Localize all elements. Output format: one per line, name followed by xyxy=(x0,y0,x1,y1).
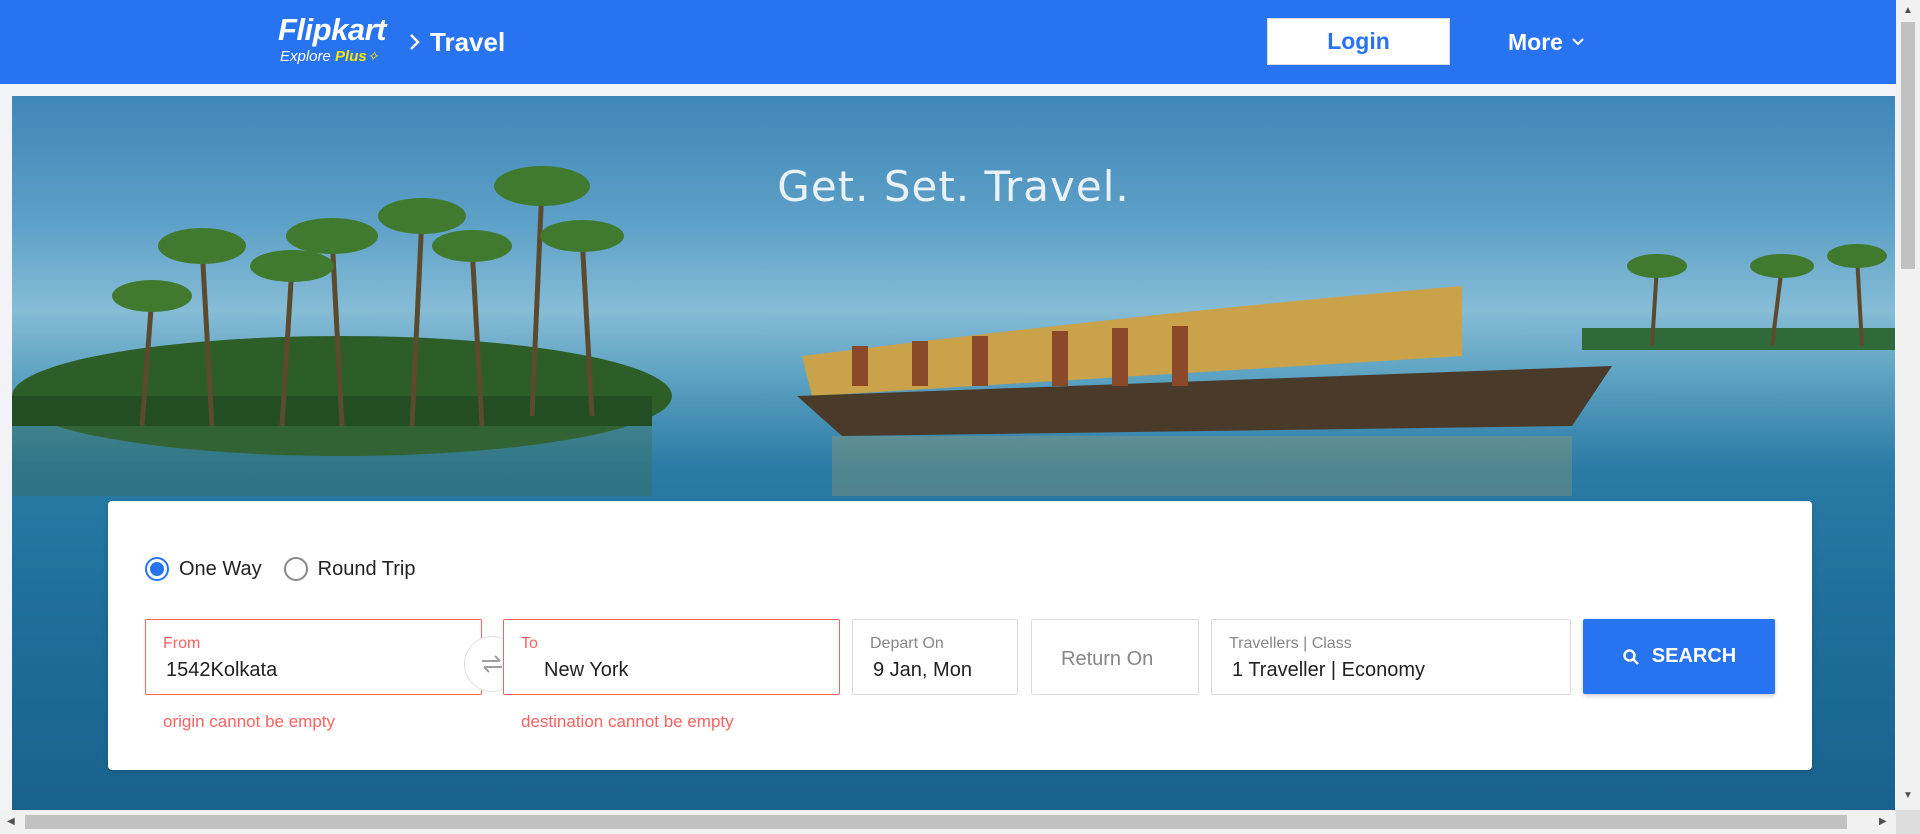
scroll-down-icon[interactable]: ▼ xyxy=(1903,791,1913,801)
chevron-right-icon xyxy=(410,34,420,50)
round-trip-option[interactable]: Round Trip xyxy=(283,557,416,581)
round-trip-radio[interactable] xyxy=(283,557,308,581)
one-way-label: One Way xyxy=(179,557,262,580)
search-label: SEARCH xyxy=(1651,645,1737,667)
travellers-value: 1 Traveller | Economy xyxy=(1232,659,1426,681)
top-header: Flipkart Explore Plus✧ Travel Login More xyxy=(0,0,1896,84)
to-label: To xyxy=(521,635,538,652)
to-error: destination cannot be empty xyxy=(521,712,734,731)
more-menu[interactable]: More xyxy=(1508,26,1585,58)
travellers-label: Travellers | Class xyxy=(1229,635,1352,652)
scroll-left-icon[interactable]: ◀ xyxy=(7,817,15,827)
login-button[interactable]: Login xyxy=(1267,18,1450,65)
logo-tagline: Explore Plus✧ xyxy=(280,48,379,65)
scrollbar-corner xyxy=(1896,810,1920,834)
depart-field[interactable]: Depart On 9 Jan, Mon xyxy=(852,619,1018,695)
from-field[interactable]: From xyxy=(145,619,482,695)
from-input[interactable] xyxy=(166,659,451,682)
one-way-radio[interactable] xyxy=(145,557,169,581)
search-button[interactable]: SEARCH xyxy=(1583,619,1775,694)
vertical-scroll-thumb[interactable] xyxy=(1901,22,1915,269)
to-field[interactable]: To xyxy=(503,619,840,695)
from-label: From xyxy=(163,635,201,652)
trip-type-group: One Way Round Trip xyxy=(145,557,415,581)
vertical-scrollbar[interactable]: ▲ ▼ xyxy=(1896,0,1920,834)
logo-text: Flipkart xyxy=(278,12,386,47)
chevron-down-icon xyxy=(1572,38,1584,46)
scroll-right-icon[interactable]: ▶ xyxy=(1879,817,1887,827)
travellers-field[interactable]: Travellers | Class 1 Traveller | Economy xyxy=(1211,619,1571,695)
flight-search-card: One Way Round Trip From To Depart On 9 J… xyxy=(108,501,1812,770)
breadcrumb-travel[interactable]: Travel xyxy=(430,25,505,59)
return-field[interactable]: Return On xyxy=(1031,619,1199,695)
from-error: origin cannot be empty xyxy=(163,712,335,731)
depart-label: Depart On xyxy=(870,635,944,652)
horizontal-scroll-thumb[interactable] xyxy=(25,815,1847,829)
depart-value: 9 Jan, Mon xyxy=(873,659,972,681)
to-input[interactable] xyxy=(544,659,829,682)
search-icon xyxy=(1623,648,1639,665)
round-trip-label: Round Trip xyxy=(317,557,416,580)
scroll-up-icon[interactable]: ▲ xyxy=(1903,6,1913,16)
one-way-option[interactable]: One Way xyxy=(145,557,262,581)
hero-title: Get. Set. Travel. xyxy=(777,162,1130,211)
swap-arrows-icon xyxy=(482,655,502,673)
flipkart-logo[interactable]: Flipkart Explore Plus✧ xyxy=(278,14,386,67)
logo-plus-text: Plus xyxy=(335,48,367,65)
horizontal-scrollbar[interactable]: ◀ ▶ xyxy=(0,810,1896,834)
return-placeholder: Return On xyxy=(1061,648,1154,670)
plus-icon: ✧ xyxy=(366,48,379,64)
more-label: More xyxy=(1508,29,1563,55)
